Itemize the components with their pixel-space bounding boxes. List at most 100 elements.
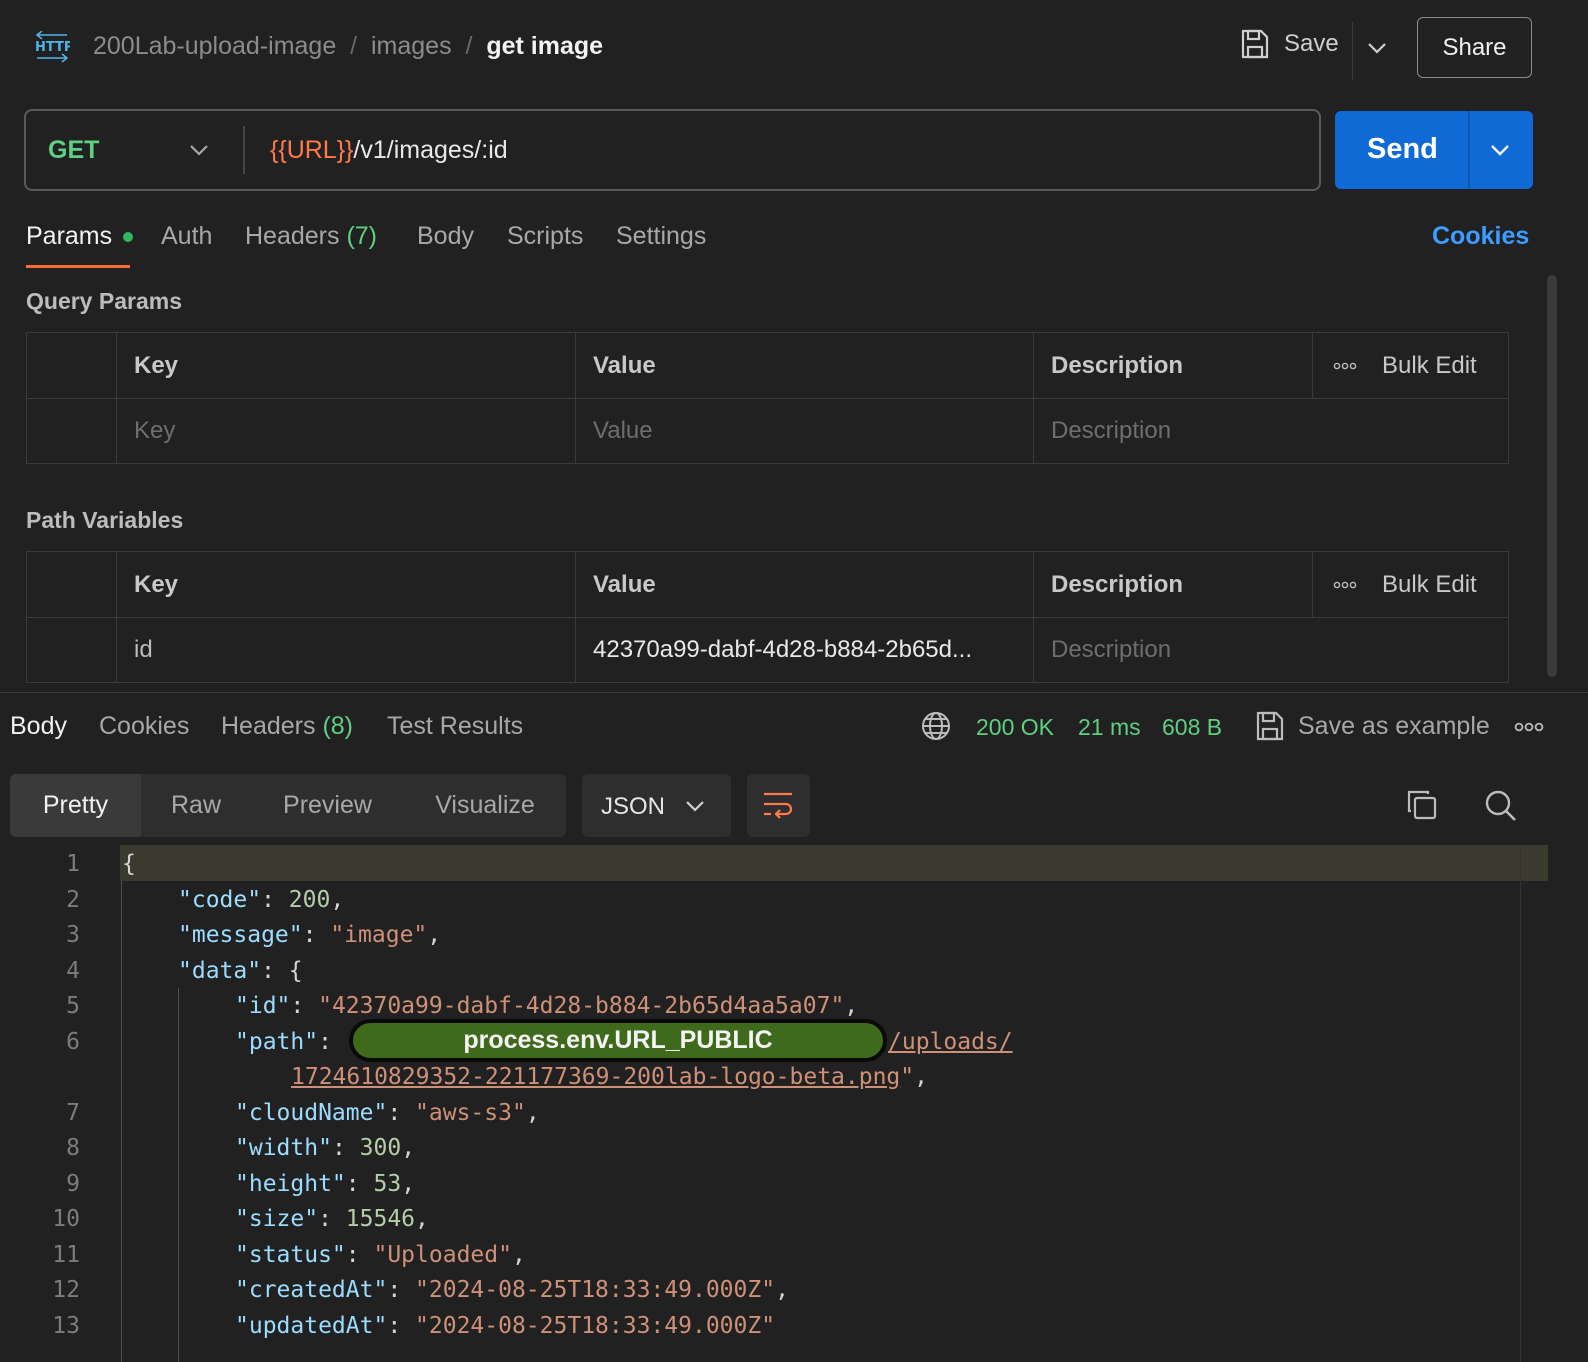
url-input[interactable]: {{URL}}/v1/images/:id	[270, 136, 508, 165]
tab-scripts[interactable]: Scripts	[507, 222, 583, 251]
save-button[interactable]: Save	[1240, 28, 1339, 60]
send-divider	[1468, 111, 1470, 189]
query-params-table: Key Value Description Bulk Edit Key Valu…	[26, 332, 1509, 464]
query-description-input[interactable]: Description	[1034, 399, 1508, 463]
line-number: 8	[66, 1135, 80, 1161]
url-variable: {{URL}}	[270, 136, 354, 164]
query-value-input[interactable]: Value	[576, 399, 1034, 463]
format-select[interactable]: JSON	[582, 774, 731, 837]
tab-params[interactable]: Params	[26, 222, 134, 251]
tab-settings[interactable]: Settings	[616, 222, 706, 251]
save-icon	[1240, 28, 1270, 60]
tab-body[interactable]: Body	[417, 222, 474, 251]
code-line: "cloudName": "aws-s3",	[235, 1100, 540, 1126]
response-tab-headers[interactable]: Headers (8)	[221, 712, 353, 741]
json-key: "path"	[235, 1029, 319, 1055]
path-url-link[interactable]: 1724610829352-221177369-200lab-logo-beta…	[291, 1064, 900, 1090]
json-number: 300	[359, 1135, 402, 1161]
copy-icon[interactable]	[1406, 789, 1438, 821]
more-options-icon[interactable]	[1333, 362, 1357, 370]
breadcrumb-collection[interactable]: 200Lab-upload-image	[93, 32, 336, 60]
send-button[interactable]: Send	[1335, 111, 1533, 189]
method-chevron-down-icon[interactable]	[188, 142, 210, 158]
code-line: "updatedAt": "2024-08-25T18:33:49.000Z"	[235, 1313, 776, 1339]
code-line: {	[122, 851, 136, 877]
response-divider[interactable]	[0, 692, 1588, 693]
params-active-dot	[123, 232, 134, 243]
breadcrumb: 200Lab-upload-image / images / get image	[93, 32, 603, 61]
response-status[interactable]: 200 OK	[976, 714, 1054, 741]
active-tab-underline	[26, 265, 130, 268]
save-icon	[1256, 710, 1284, 742]
line-number: 6	[66, 1029, 80, 1055]
path-url-link[interactable]: /uploads/	[888, 1029, 1013, 1055]
more-options-icon[interactable]	[1514, 722, 1544, 732]
tab-headers-count: (7)	[346, 222, 378, 250]
path-description-input[interactable]: Description	[1034, 618, 1508, 682]
save-options-chevron-icon[interactable]	[1366, 40, 1388, 56]
json-string: "Uploaded"	[373, 1242, 512, 1268]
indent-guide	[178, 988, 179, 1362]
search-icon[interactable]	[1484, 789, 1518, 823]
path-bulk-edit-cell: Bulk Edit	[1313, 552, 1508, 618]
response-size[interactable]: 608 B	[1162, 714, 1222, 741]
tab-headers-label: Headers	[245, 222, 340, 250]
method-divider	[243, 126, 245, 174]
json-quote: "	[900, 1064, 915, 1090]
json-number: 53	[373, 1171, 402, 1197]
view-mode-visualize[interactable]: Visualize	[404, 774, 566, 837]
save-as-example-button[interactable]: Save as example	[1256, 710, 1490, 742]
code-line: "status": "Uploaded",	[235, 1242, 526, 1268]
send-label: Send	[1367, 133, 1438, 165]
breadcrumb-folder[interactable]: images	[371, 32, 452, 60]
indent-guide	[121, 881, 122, 1362]
request-name[interactable]: get image	[486, 32, 603, 60]
query-description-header: Description	[1034, 333, 1313, 399]
query-params-title: Query Params	[26, 288, 182, 314]
code-line: "message": "image",	[178, 922, 442, 948]
redacted-url-overlay: process.env.URL_PUBLIC	[349, 1019, 887, 1062]
line-number: 9	[66, 1171, 80, 1197]
view-mode-pretty[interactable]: Pretty	[10, 774, 141, 837]
json-number: 15546	[345, 1206, 416, 1232]
params-scrollbar[interactable]	[1547, 275, 1557, 677]
url-path: /v1/images/:id	[353, 136, 508, 164]
line-number: 7	[66, 1100, 80, 1126]
send-options-chevron-icon[interactable]	[1489, 142, 1511, 158]
path-description-header: Description	[1034, 552, 1313, 618]
globe-icon[interactable]	[921, 711, 951, 741]
line-number: 12	[52, 1277, 80, 1303]
more-options-icon[interactable]	[1333, 581, 1357, 589]
wrap-lines-button[interactable]	[747, 774, 810, 837]
json-key: "cloudName"	[235, 1100, 388, 1126]
json-key: "width"	[235, 1135, 332, 1161]
view-mode-preview[interactable]: Preview	[251, 774, 404, 837]
query-key-input[interactable]: Key	[117, 399, 576, 463]
json-key: "createdAt"	[235, 1277, 388, 1303]
share-button[interactable]: Share	[1417, 17, 1532, 78]
method-select[interactable]: GET	[48, 136, 99, 165]
json-key: "data"	[178, 958, 262, 984]
json-string: "aws-s3"	[415, 1100, 526, 1126]
response-tab-test-results[interactable]: Test Results	[387, 712, 523, 741]
tab-headers[interactable]: Headers (7)	[245, 222, 377, 251]
json-number: 200	[288, 887, 331, 913]
cookies-link[interactable]: Cookies	[1432, 222, 1529, 251]
tab-auth[interactable]: Auth	[161, 222, 212, 251]
view-mode-raw[interactable]: Raw	[141, 774, 251, 837]
response-time[interactable]: 21 ms	[1078, 714, 1141, 741]
path-bulk-edit-button[interactable]: Bulk Edit	[1382, 571, 1477, 599]
response-headers-label: Headers	[221, 712, 316, 740]
response-tab-body[interactable]: Body	[10, 712, 67, 741]
query-bulk-edit-button[interactable]: Bulk Edit	[1382, 352, 1477, 380]
current-line-highlight	[120, 845, 1548, 881]
path-value-input[interactable]: 42370a99-dabf-4d28-b884-2b65d...	[576, 618, 1034, 682]
json-key: "code"	[178, 887, 262, 913]
code-line: "code": 200,	[178, 887, 345, 913]
query-bulk-edit-cell: Bulk Edit	[1313, 333, 1508, 399]
response-headers-count: (8)	[322, 712, 354, 740]
json-key: "size"	[235, 1206, 319, 1232]
path-key-value[interactable]: id	[117, 618, 576, 682]
response-tab-cookies[interactable]: Cookies	[99, 712, 189, 741]
code-line: 1724610829352-221177369-200lab-logo-beta…	[291, 1064, 928, 1090]
